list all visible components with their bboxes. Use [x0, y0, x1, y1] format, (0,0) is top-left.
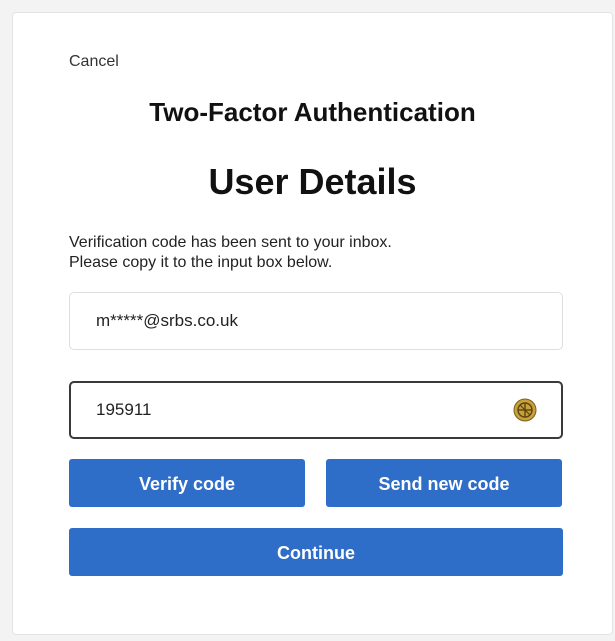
- verify-code-button[interactable]: Verify code: [69, 459, 305, 507]
- continue-button[interactable]: Continue: [69, 528, 563, 576]
- two-factor-card: Cancel Two-Factor Authentication User De…: [12, 12, 613, 635]
- instructions-line-2: Please copy it to the input box below.: [69, 254, 333, 271]
- instructions-text: Verification code has been sent to your …: [69, 233, 392, 273]
- password-manager-icon[interactable]: [513, 398, 537, 422]
- verification-code-field[interactable]: [69, 381, 563, 439]
- section-heading: User Details: [208, 161, 417, 202]
- instructions-line-1: Verification code has been sent to your …: [69, 234, 392, 251]
- verification-code-input[interactable]: [96, 400, 476, 420]
- email-field: m*****@srbs.co.uk: [69, 292, 563, 350]
- page-title: Two-Factor Authentication: [149, 97, 476, 127]
- send-new-code-button[interactable]: Send new code: [326, 459, 562, 507]
- email-value: m*****@srbs.co.uk: [96, 311, 238, 330]
- cancel-link[interactable]: Cancel: [69, 53, 119, 71]
